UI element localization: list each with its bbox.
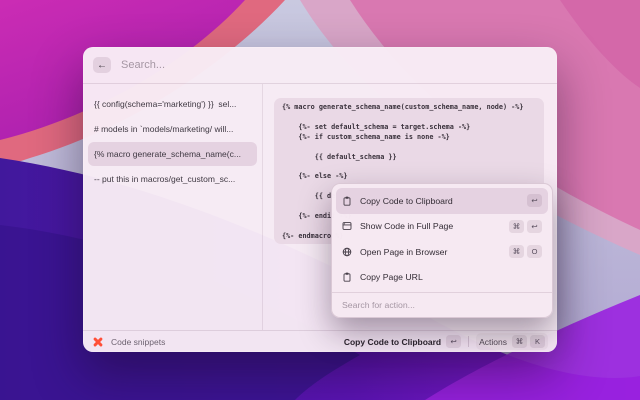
primary-action-button[interactable]: Copy Code to Clipboard ↩ — [343, 335, 462, 348]
primary-action-label: Copy Code to Clipboard — [343, 336, 442, 347]
actions-menu: Copy Code to Clipboard ↩ Show Code in Fu… — [331, 183, 553, 318]
actions-menu-list: Copy Code to Clipboard ↩ Show Code in Fu… — [332, 184, 552, 290]
snippet-list: {{ config(schema='marketing') }} sel... … — [83, 84, 263, 330]
key-cmd: ⌘ — [509, 245, 524, 259]
clipboard-icon — [342, 196, 352, 206]
search-bar: ← Search... — [83, 47, 557, 84]
back-arrow-icon: ← — [97, 59, 107, 71]
key-return: ↩ — [446, 335, 462, 348]
footer-divider — [468, 336, 470, 347]
actions-button-label: Actions — [479, 336, 507, 347]
menu-item-label: Copy Page URL — [360, 272, 423, 283]
actions-button[interactable]: Actions ⌘ K — [476, 333, 548, 350]
key-cmd: ⌘ — [512, 335, 527, 348]
key-return: ↩ — [527, 219, 542, 233]
list-item[interactable]: {{ config(schema='marketing') }} sel... — [88, 92, 257, 116]
list-item-selected[interactable]: {% macro generate_schema_name(c... — [88, 142, 257, 166]
key-o: O — [527, 245, 542, 259]
menu-item-copy-url[interactable]: Copy Page URL — [336, 265, 548, 291]
list-item[interactable]: # models in `models/marketing/ will... — [88, 117, 257, 141]
menu-item-show-full-page[interactable]: Show Code in Full Page ⌘ ↩ — [336, 214, 548, 240]
menu-item-label: Copy Code to Clipboard — [360, 195, 453, 206]
clipboard-icon — [342, 272, 352, 282]
key-cmd: ⌘ — [509, 219, 524, 233]
list-item[interactable]: -- put this in macros/get_custom_sc... — [88, 167, 257, 191]
menu-item-open-browser[interactable]: Open Page in Browser ⌘ O — [336, 239, 548, 265]
desktop: ← Search... {{ config(schema='marketing'… — [0, 0, 640, 400]
menu-item-label: Open Page in Browser — [360, 246, 448, 257]
key-return: ↩ — [527, 194, 542, 208]
action-search-input[interactable]: Search for action... — [332, 293, 552, 317]
search-input[interactable]: Search... — [121, 59, 165, 71]
extension-name: Code snippets — [111, 336, 166, 347]
dbt-logo-icon — [92, 336, 104, 348]
menu-item-label: Show Code in Full Page — [360, 221, 454, 232]
footer-bar: Code snippets Copy Code to Clipboard ↩ A… — [83, 330, 557, 352]
menu-item-copy-code[interactable]: Copy Code to Clipboard ↩ — [336, 188, 548, 214]
launcher-window: ← Search... {{ config(schema='marketing'… — [83, 47, 557, 352]
key-k: K — [530, 335, 545, 348]
back-button[interactable]: ← — [93, 57, 111, 73]
globe-icon — [342, 247, 352, 257]
app-window-icon — [342, 221, 352, 231]
